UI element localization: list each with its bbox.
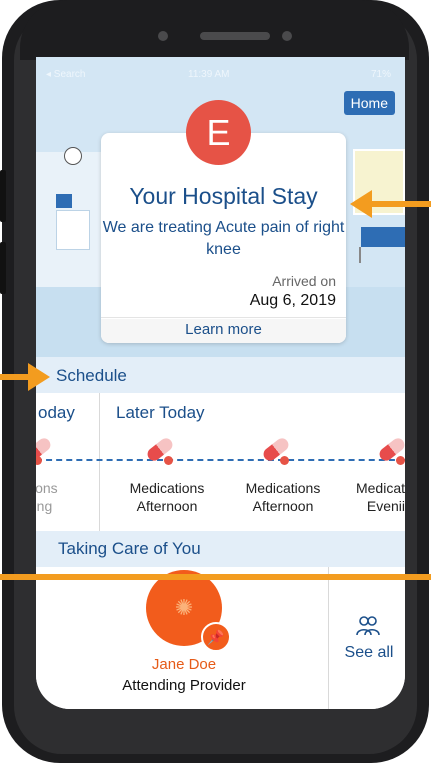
- schedule-item-title: Medicat: [355, 480, 405, 496]
- home-button[interactable]: Home: [343, 91, 395, 115]
- schedule-item-title: Medications: [129, 480, 205, 496]
- care-divider: [328, 567, 329, 709]
- status-time: 11:39 AM: [188, 69, 230, 80]
- annotation-arrow-head: [350, 190, 372, 218]
- care-team-header: Taking Care of You: [36, 531, 405, 567]
- schedule-item-time: Afternoon: [252, 498, 314, 514]
- care-team-title: Taking Care of You: [58, 539, 201, 558]
- people-icon[interactable]: [355, 613, 381, 639]
- care-team-section: ✺ 📌 Jane Doe Attending Provider See all: [36, 567, 405, 709]
- volume-down-button: [0, 242, 6, 294]
- app-screen: ◂ Search 11:39 AM 71% Home E Your Hospit…: [36, 57, 405, 709]
- patient-avatar[interactable]: E: [186, 100, 251, 165]
- timeline-dot: [280, 456, 289, 465]
- provider-role: Attending Provider: [122, 677, 246, 694]
- schedule-timeline[interactable]: oday Later Today ations ning Medications…: [36, 393, 405, 531]
- annotation-arrow-head: [28, 363, 50, 391]
- spinner-icon: ✺: [174, 595, 194, 620]
- bed-frame-illustration: [359, 247, 401, 263]
- status-battery: 71%: [370, 69, 391, 80]
- schedule-title: Schedule: [56, 366, 127, 385]
- earpiece-speaker: [200, 32, 270, 40]
- lamp-illustration: [56, 194, 72, 208]
- status-bar: ◂ Search 11:39 AM 71%: [36, 69, 405, 83]
- later-today-label: Later Today: [116, 403, 205, 422]
- schedule-item-time: Evenii: [366, 498, 405, 514]
- provider-name[interactable]: Jane Doe: [36, 656, 332, 673]
- schedule-item[interactable]: Medicat Evenii: [336, 479, 405, 515]
- schedule-header: Schedule: [36, 357, 405, 393]
- cabinet-illustration: [56, 210, 90, 250]
- bed-illustration: [361, 227, 405, 247]
- sensor: [282, 31, 292, 41]
- treatment-text: We are treating Acute pain of right knee: [102, 219, 345, 258]
- timeline-dot: [36, 456, 42, 465]
- learn-more-link[interactable]: Learn more: [101, 319, 346, 343]
- timeline-dot: [164, 456, 173, 465]
- timeline-dot: [396, 456, 405, 465]
- schedule-item[interactable]: Medications Afternoon: [228, 479, 338, 515]
- volume-up-button: [0, 170, 6, 222]
- card-title: Your Hospital Stay: [129, 183, 318, 209]
- status-carrier: ◂ Search: [46, 69, 86, 80]
- timeline-dashed-line: [36, 459, 405, 461]
- schedule-item-time: Afternoon: [136, 498, 198, 514]
- today-label: oday: [38, 403, 75, 422]
- card-divider: [101, 317, 346, 318]
- schedule-item-title: ations: [36, 480, 58, 496]
- arrived-date: Aug 6, 2019: [249, 292, 336, 309]
- schedule-item[interactable]: ations ning: [36, 479, 94, 515]
- annotation-arrow-line: [368, 201, 431, 207]
- see-all-link[interactable]: See all: [336, 644, 402, 662]
- phone-top-bezel: [20, 0, 409, 60]
- pin-icon: 📌: [201, 622, 231, 652]
- schedule-item[interactable]: Medications Afternoon: [112, 479, 222, 515]
- timeline-divider: [99, 393, 100, 531]
- clock-icon: [64, 147, 82, 165]
- front-camera: [158, 31, 168, 41]
- schedule-item-time: ning: [36, 498, 53, 514]
- schedule-item-title: Medications: [245, 480, 321, 496]
- arrived-label: Arrived on: [272, 273, 336, 289]
- annotation-arrow-line: [0, 374, 30, 380]
- annotation-line: [0, 574, 431, 580]
